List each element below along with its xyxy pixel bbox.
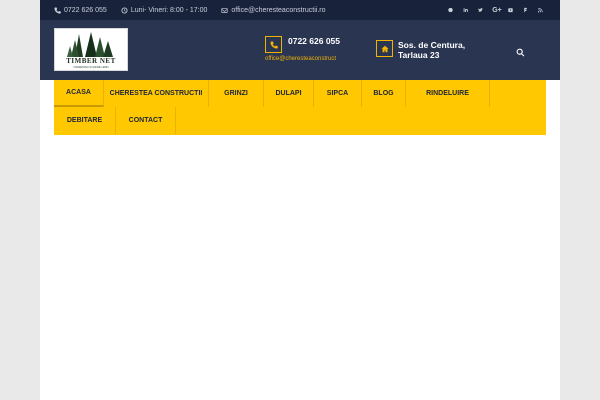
main-nav: ACASA CHERESTEA CONSTRUCTII GRINZI DULAP…	[54, 80, 546, 135]
page: 0722 626 055 Luni- Vineri: 8:00 - 17:00 …	[40, 0, 560, 400]
google-plus-icon[interactable]: G+	[492, 6, 502, 14]
topbar-phone[interactable]: 0722 626 055	[54, 7, 107, 14]
envelope-icon	[221, 7, 228, 13]
social-links: G+	[441, 0, 546, 20]
youtube-icon[interactable]	[508, 6, 516, 14]
nav-item-blog[interactable]: BLOG	[362, 80, 406, 107]
foursquare-icon[interactable]	[523, 6, 531, 14]
home-icon-box	[376, 40, 393, 57]
twitter-icon[interactable]	[478, 6, 486, 14]
topbar-hours: Luni- Vineri: 8:00 - 17:00	[121, 6, 208, 14]
nav-item-contact[interactable]: CONTACT	[116, 107, 176, 134]
top-bar: 0722 626 055 Luni- Vineri: 8:00 - 17:00 …	[40, 0, 560, 20]
logo[interactable]: TIMBER NET CHERESTEA SI GRINZI LEMN	[54, 28, 128, 71]
phone-icon	[54, 6, 61, 14]
topbar-email[interactable]: office@cheresteaconstructii.ro	[221, 6, 326, 14]
clock-icon	[121, 6, 128, 14]
trees-icon	[67, 32, 113, 57]
logo-text: TIMBER NET	[66, 57, 116, 65]
phone-icon	[270, 41, 278, 48]
header-phone: 0722 626 055	[288, 36, 340, 46]
rss-icon[interactable]	[538, 6, 546, 14]
nav-item-dulapi[interactable]: DULAPI	[264, 80, 314, 107]
header-address: Sos. de Centura, Tarlaua 23	[398, 40, 466, 60]
topbar-hours-text: Luni- Vineri: 8:00 - 17:00	[130, 6, 208, 14]
nav-item-cherestea-constructii[interactable]: CHERESTEA CONSTRUCTII	[104, 80, 209, 107]
site-header: TIMBER NET CHERESTEA SI GRINZI LEMN 0722…	[40, 20, 560, 80]
nav-item-acasa[interactable]: ACASA	[54, 80, 104, 107]
linkedin-icon[interactable]	[463, 6, 471, 14]
header-address-block: Sos. de Centura, Tarlaua 23	[376, 40, 478, 60]
nav-item-sipca[interactable]: SIPCA	[314, 80, 362, 107]
phone-icon-box	[265, 36, 282, 53]
home-icon	[381, 45, 388, 52]
nav-item-grinzi[interactable]: GRINZI	[209, 80, 264, 107]
topbar-phone-text: 0722 626 055	[64, 6, 107, 14]
header-email[interactable]: office@cheresteaconstruct	[265, 56, 336, 62]
logo-tagline: CHERESTEA SI GRINZI LEMN	[73, 66, 109, 69]
header-phone-block[interactable]: 0722 626 055 office@cheresteaconstruct	[265, 36, 340, 62]
facebook-icon[interactable]	[448, 6, 456, 14]
nav-item-debitare[interactable]: DEBITARE	[54, 107, 116, 134]
search-icon[interactable]	[516, 44, 525, 57]
nav-item-rindeluire[interactable]: RINDELUIRE	[406, 80, 490, 107]
topbar-email-text: office@cheresteaconstructii.ro	[231, 6, 326, 14]
